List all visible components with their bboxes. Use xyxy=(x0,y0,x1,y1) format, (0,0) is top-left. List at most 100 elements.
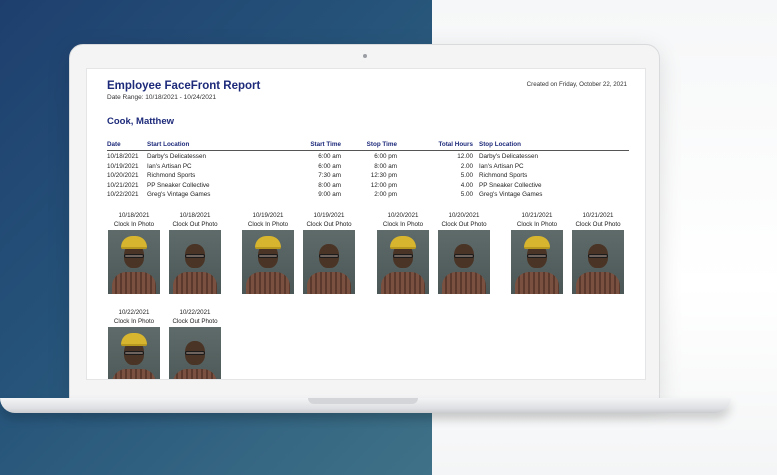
cell-stop-time: 8:00 am xyxy=(374,162,397,170)
hard-hat-icon xyxy=(524,236,550,249)
cell-date: 10/19/2021 xyxy=(107,162,139,170)
photo-label: Clock In Photo xyxy=(113,318,155,325)
photo-label: Clock In Photo xyxy=(113,221,155,228)
header-total-hours: Total Hours xyxy=(438,141,473,148)
employee-photo-clock-out[interactable] xyxy=(438,230,490,294)
photo-label: Clock Out Photo xyxy=(575,221,621,228)
employee-photo-clock-in[interactable] xyxy=(108,327,160,379)
employee-photo-clock-in[interactable] xyxy=(511,230,563,294)
clock-in-photo-card: 10/20/2021 Clock In Photo xyxy=(377,211,429,294)
cell-date: 10/18/2021 xyxy=(107,153,139,160)
header-stop-time: Stop Time xyxy=(366,141,397,148)
table-header: Date Start Location Start Time Stop Time… xyxy=(107,140,629,151)
hard-hat-icon xyxy=(121,333,147,346)
clock-in-photo-card: 10/19/2021 Clock In Photo xyxy=(242,211,294,294)
report-title: Employee FaceFront Report xyxy=(107,80,261,92)
photo-label: Clock In Photo xyxy=(247,221,289,228)
cell-stop-location: PP Sneaker Collective xyxy=(479,181,542,189)
shirt-graphic xyxy=(112,369,156,379)
shirt-graphic xyxy=(246,272,290,294)
glasses-graphic xyxy=(393,254,413,258)
employee-photo-clock-in[interactable] xyxy=(377,230,429,294)
cell-start-time: 7:30 am xyxy=(318,172,341,180)
report-date-range: Date Range: 10/18/2021 - 10/24/2021 xyxy=(107,94,217,101)
photo-date: 10/19/2021 xyxy=(313,212,345,219)
photo-label: Clock Out Photo xyxy=(306,221,352,228)
header-date: Date xyxy=(107,141,121,148)
employee-photo-clock-in[interactable] xyxy=(108,230,160,294)
cell-start-location: Darby's Delicatessen xyxy=(147,153,206,160)
glasses-graphic xyxy=(319,254,339,258)
glasses-graphic xyxy=(454,254,474,258)
cell-start-location: Greg's Vintage Games xyxy=(147,191,211,199)
cell-stop-location: Darby's Delicatessen xyxy=(479,153,538,160)
table-row: 10/20/2021 Richmond Sports 7:30 am 12:30 pm… xyxy=(107,172,629,182)
laptop-screen: Employee FaceFront Report Date Range: 10… xyxy=(86,68,646,380)
employee-photo-clock-out[interactable] xyxy=(572,230,624,294)
photo-date: 10/21/2021 xyxy=(521,212,553,219)
employee-photo-clock-out[interactable] xyxy=(169,327,221,379)
photo-label: Clock In Photo xyxy=(516,221,558,228)
photo-date: 10/19/2021 xyxy=(252,212,284,219)
shirt-graphic xyxy=(576,272,620,294)
shirt-graphic xyxy=(173,369,217,379)
clock-in-photo-card: 10/18/2021 Clock In Photo xyxy=(108,211,160,294)
employee-photo-clock-in[interactable] xyxy=(242,230,294,294)
cell-stop-time: 12:00 pm xyxy=(370,181,397,189)
cell-stop-time: 12:30 pm xyxy=(370,172,397,180)
laptop-notch xyxy=(308,398,418,404)
photo-label: Clock Out Photo xyxy=(172,221,218,228)
cell-total-hours: 2.00 xyxy=(460,162,473,170)
hard-hat-icon xyxy=(121,236,147,249)
photo-date: 10/18/2021 xyxy=(118,212,150,219)
clock-out-photo-card: 10/20/2021 Clock Out Photo xyxy=(438,211,490,294)
table-row: 10/19/2021 Ian's Artisan PC 6:00 am 8:00 am… xyxy=(107,163,629,173)
table-row: 10/21/2021 PP Sneaker Collective 8:00 am 12… xyxy=(107,182,629,192)
report-created-date: Created on Friday, October 22, 2021 xyxy=(526,81,627,88)
cell-total-hours: 5.00 xyxy=(460,172,473,180)
photo-date: 10/20/2021 xyxy=(448,212,480,219)
table-row: 10/22/2021 Greg's Vintage Games 9:00 am 2:0… xyxy=(107,191,629,201)
cell-start-location: Richmond Sports xyxy=(147,172,196,180)
shirt-graphic xyxy=(515,272,559,294)
employee-photo-clock-out[interactable] xyxy=(303,230,355,294)
cell-start-location: PP Sneaker Collective xyxy=(147,181,210,189)
clock-out-photo-card: 10/21/2021 Clock Out Photo xyxy=(572,211,624,294)
employee-photo-clock-out[interactable] xyxy=(169,230,221,294)
glasses-graphic xyxy=(185,351,205,355)
webcam-icon xyxy=(363,54,367,58)
shirt-graphic xyxy=(307,272,351,294)
photo-date: 10/18/2021 xyxy=(179,212,211,219)
header-stop-location: Stop Location xyxy=(479,141,521,148)
photo-label: Clock Out Photo xyxy=(441,221,487,228)
glasses-graphic xyxy=(527,254,547,258)
cell-stop-location: Richmond Sports xyxy=(479,172,528,180)
glasses-graphic xyxy=(588,254,608,258)
employee-name: Cook, Matthew xyxy=(107,116,175,127)
cell-stop-location: Ian's Artisan PC xyxy=(479,162,524,170)
cell-date: 10/22/2021 xyxy=(107,191,139,199)
cell-stop-time: 6:00 pm xyxy=(374,153,397,160)
clock-in-photo-card: 10/22/2021 Clock In Photo xyxy=(108,308,160,379)
cell-total-hours: 4.00 xyxy=(460,181,473,189)
photo-date: 10/22/2021 xyxy=(179,309,211,316)
cell-date: 10/20/2021 xyxy=(107,172,139,180)
cell-start-time: 9:00 am xyxy=(318,191,341,199)
cell-total-hours: 12.00 xyxy=(457,153,473,160)
shirt-graphic xyxy=(112,272,156,294)
header-start-location: Start Location xyxy=(147,141,190,148)
photo-label: Clock Out Photo xyxy=(172,318,218,325)
clock-out-photo-card: 10/19/2021 Clock Out Photo xyxy=(303,211,355,294)
table-row: 10/18/2021 Darby's Delicatessen 6:00 am 6:0… xyxy=(107,153,629,163)
photo-label: Clock In Photo xyxy=(382,221,424,228)
glasses-graphic xyxy=(124,254,144,258)
cell-start-time: 8:00 am xyxy=(318,181,341,189)
clock-out-photo-card: 10/22/2021 Clock Out Photo xyxy=(169,308,221,379)
cell-total-hours: 5.00 xyxy=(460,191,473,199)
cell-start-time: 6:00 am xyxy=(318,153,341,160)
photo-date: 10/20/2021 xyxy=(387,212,419,219)
cell-start-time: 6:00 am xyxy=(318,162,341,170)
clock-in-photo-card: 10/21/2021 Clock In Photo xyxy=(511,211,563,294)
glasses-graphic xyxy=(124,351,144,355)
glasses-graphic xyxy=(185,254,205,258)
